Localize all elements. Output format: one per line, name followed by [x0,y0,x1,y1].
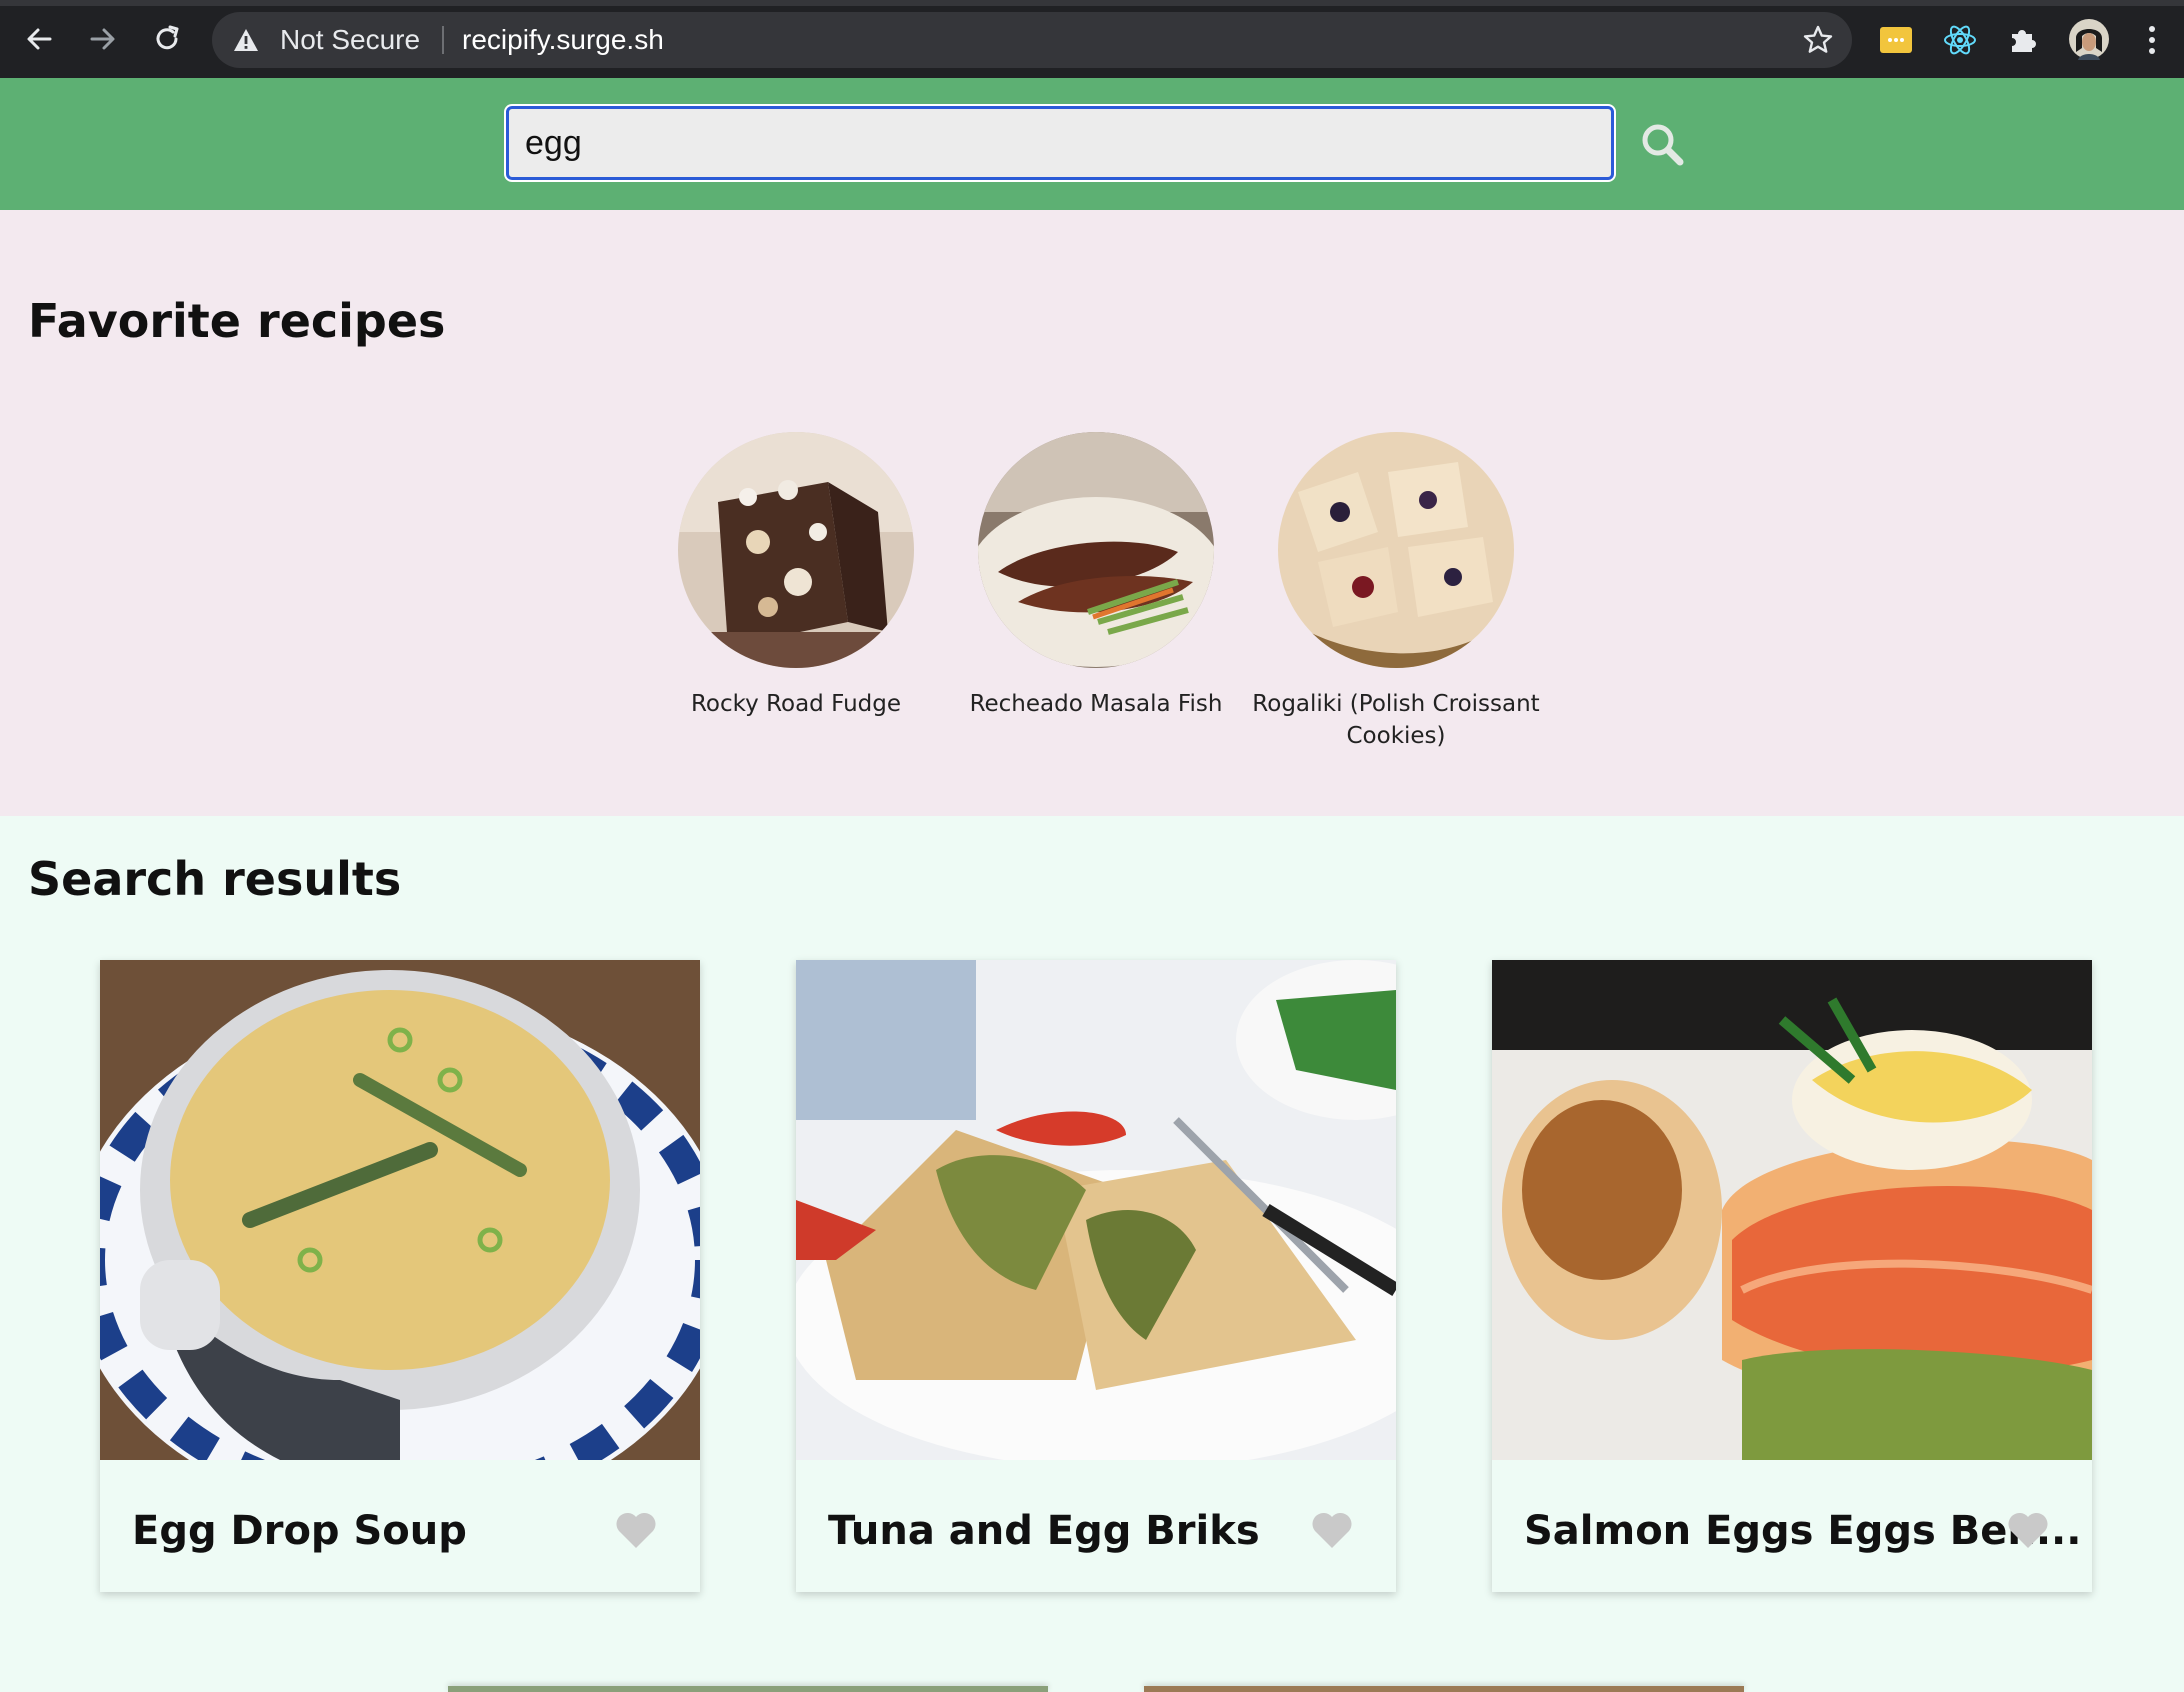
url-text[interactable]: recipify.surge.sh [462,24,664,56]
reload-icon [156,25,179,50]
recipe-card[interactable]: Egg Drop Soup [100,960,700,1592]
browser-toolbar: Not Secure recipify.surge.sh [0,0,2184,78]
warning-icon [234,29,258,51]
bookmark-star-icon[interactable] [1802,24,1834,56]
recipe-name[interactable]: Tuna and Egg Briks [828,1508,1260,1554]
forward-button[interactable] [80,16,126,62]
favorites-section: Favorite recipes Rocky Road Fudge Rechea… [0,210,2184,816]
address-bar[interactable]: Not Secure recipify.surge.sh [212,12,1852,68]
avatar-icon [2069,19,2109,60]
favorite-name[interactable]: Recheado Masala Fish [946,688,1246,720]
search-icon[interactable] [1638,120,1686,168]
tab-strip-edge [0,0,2184,6]
recipe-image[interactable] [100,960,700,1460]
favorites-heading: Favorite recipes [28,294,446,348]
favorite-item[interactable]: Rogaliki (Polish Croissant Cookies) [1246,432,1546,752]
favorite-image[interactable] [978,432,1214,668]
recipe-card-partial[interactable] [448,1686,1048,1692]
recipe-card[interactable]: Tuna and Egg Briks [796,960,1396,1592]
favorite-image[interactable] [678,432,914,668]
reload-button[interactable] [144,16,190,62]
heart-icon[interactable] [1310,1510,1354,1550]
security-label[interactable]: Not Secure [280,24,420,56]
heart-icon[interactable] [2006,1510,2050,1550]
browser-menu-icon[interactable] [2134,22,2170,58]
recipe-image[interactable] [1492,960,2092,1460]
back-button[interactable] [16,16,62,62]
profile-avatar[interactable] [2068,18,2110,60]
app-header [0,78,2184,210]
favorite-name[interactable]: Rocky Road Fudge [646,688,946,720]
favorite-item[interactable]: Rocky Road Fudge [646,432,946,720]
search-input[interactable] [506,106,1614,180]
favorite-name[interactable]: Rogaliki (Polish Croissant Cookies) [1246,688,1546,752]
recipe-name[interactable]: Salmon Eggs Eggs Ben... [1524,1508,2081,1554]
address-divider [442,26,444,54]
recipe-card[interactable]: Salmon Eggs Eggs Ben... [1492,960,2092,1592]
forward-arrow-icon [90,28,115,50]
react-devtools-icon[interactable] [1942,22,1978,58]
recipe-card-partial[interactable] [1144,1686,1744,1692]
search-results-heading: Search results [28,852,402,906]
extensions-puzzle-icon[interactable] [2004,22,2040,58]
recipe-name[interactable]: Egg Drop Soup [132,1508,467,1554]
recipe-image[interactable] [796,960,1396,1460]
password-extension-icon[interactable] [1878,22,1914,58]
heart-icon[interactable] [614,1510,658,1550]
favorite-image[interactable] [1278,432,1514,668]
back-arrow-icon [27,28,52,50]
favorite-item[interactable]: Recheado Masala Fish [946,432,1246,720]
